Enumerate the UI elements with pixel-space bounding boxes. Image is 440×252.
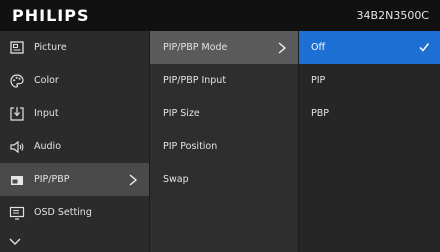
brand-logo: PHILIPS bbox=[12, 6, 90, 25]
main-menu-item-picture[interactable]: Picture bbox=[0, 31, 149, 64]
sub-menu-item-swap[interactable]: Swap bbox=[150, 163, 298, 196]
option-pbp[interactable]: PBP bbox=[299, 97, 440, 130]
osd-menu: PHILIPS 34B2N3500C Picture Color Input A… bbox=[0, 0, 440, 252]
checkmark-icon bbox=[417, 39, 431, 55]
osd-icon bbox=[9, 205, 25, 221]
main-menu-item-color[interactable]: Color bbox=[0, 64, 149, 97]
picture-icon bbox=[9, 40, 25, 56]
palette-icon bbox=[9, 73, 25, 89]
options-menu: Off PIP PBP bbox=[298, 31, 440, 252]
main-menu-label: PIP/PBP bbox=[34, 174, 70, 185]
chevron-down-icon[interactable] bbox=[8, 232, 22, 245]
option-label: Off bbox=[311, 42, 326, 53]
osd-header: PHILIPS 34B2N3500C bbox=[0, 0, 440, 32]
chevron-right-icon bbox=[276, 40, 288, 56]
sub-menu-item-pip-size[interactable]: PIP Size bbox=[150, 97, 298, 130]
main-menu: Picture Color Input Audio PIP/PBP OSD Se… bbox=[0, 31, 149, 252]
sub-menu-label: Swap bbox=[163, 174, 189, 185]
sub-menu-label: PIP/PBP Input bbox=[163, 75, 227, 86]
main-menu-label: Input bbox=[34, 108, 59, 119]
main-menu-label: Color bbox=[34, 75, 59, 86]
sub-menu-label: PIP Position bbox=[163, 141, 218, 152]
sub-menu-label: PIP/PBP Mode bbox=[163, 42, 228, 53]
option-pip[interactable]: PIP bbox=[299, 64, 440, 97]
main-menu-label: Audio bbox=[34, 141, 62, 152]
model-name: 34B2N3500C bbox=[356, 9, 429, 22]
main-menu-label: Picture bbox=[34, 42, 67, 53]
input-icon bbox=[9, 106, 25, 122]
main-menu-item-input[interactable]: Input bbox=[0, 97, 149, 130]
option-label: PIP bbox=[311, 75, 326, 86]
main-menu-item-osd-setting[interactable]: OSD Setting bbox=[0, 196, 149, 229]
speaker-icon bbox=[9, 139, 25, 155]
main-menu-label: OSD Setting bbox=[34, 207, 92, 218]
option-off[interactable]: Off bbox=[299, 31, 440, 64]
main-menu-item-audio[interactable]: Audio bbox=[0, 130, 149, 163]
pip-icon bbox=[9, 172, 25, 188]
sub-menu-item-pip-pbp-input[interactable]: PIP/PBP Input bbox=[150, 64, 298, 97]
sub-menu-label: PIP Size bbox=[163, 108, 200, 119]
option-label: PBP bbox=[311, 108, 329, 119]
chevron-right-icon bbox=[127, 172, 139, 188]
sub-menu: PIP/PBP Mode PIP/PBP Input PIP Size PIP … bbox=[149, 31, 298, 252]
main-menu-item-pip-pbp[interactable]: PIP/PBP bbox=[0, 163, 149, 196]
sub-menu-item-pip-position[interactable]: PIP Position bbox=[150, 130, 298, 163]
sub-menu-item-pip-pbp-mode[interactable]: PIP/PBP Mode bbox=[150, 31, 298, 64]
